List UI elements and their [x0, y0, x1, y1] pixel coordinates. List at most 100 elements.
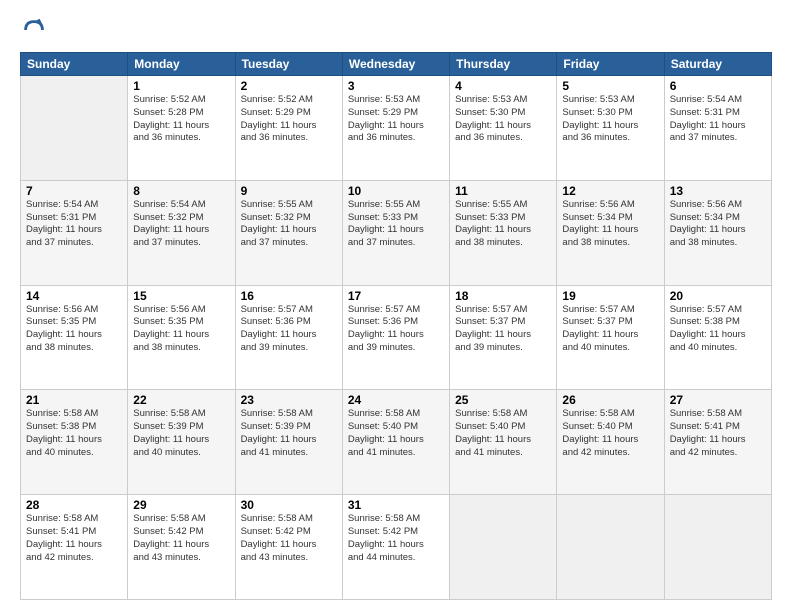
day-info: Sunrise: 5:58 AMSunset: 5:42 PMDaylight:… [348, 513, 444, 564]
calendar-cell: 17Sunrise: 5:57 AMSunset: 5:36 PMDayligh… [342, 285, 449, 390]
calendar-cell: 1Sunrise: 5:52 AMSunset: 5:28 PMDaylight… [128, 76, 235, 181]
calendar-cell: 8Sunrise: 5:54 AMSunset: 5:32 PMDaylight… [128, 180, 235, 285]
calendar-cell: 21Sunrise: 5:58 AMSunset: 5:38 PMDayligh… [21, 390, 128, 495]
week-row-5: 28Sunrise: 5:58 AMSunset: 5:41 PMDayligh… [21, 495, 772, 600]
day-number: 29 [133, 498, 229, 512]
calendar-cell: 11Sunrise: 5:55 AMSunset: 5:33 PMDayligh… [450, 180, 557, 285]
day-info: Sunrise: 5:58 AMSunset: 5:39 PMDaylight:… [133, 408, 229, 459]
day-info: Sunrise: 5:52 AMSunset: 5:28 PMDaylight:… [133, 94, 229, 145]
day-info: Sunrise: 5:58 AMSunset: 5:38 PMDaylight:… [26, 408, 122, 459]
header-day-friday: Friday [557, 53, 664, 76]
calendar-cell: 13Sunrise: 5:56 AMSunset: 5:34 PMDayligh… [664, 180, 771, 285]
day-number: 14 [26, 289, 122, 303]
day-info: Sunrise: 5:56 AMSunset: 5:35 PMDaylight:… [26, 304, 122, 355]
calendar-cell [664, 495, 771, 600]
day-info: Sunrise: 5:57 AMSunset: 5:36 PMDaylight:… [348, 304, 444, 355]
day-info: Sunrise: 5:54 AMSunset: 5:32 PMDaylight:… [133, 199, 229, 250]
header-day-sunday: Sunday [21, 53, 128, 76]
calendar-cell: 25Sunrise: 5:58 AMSunset: 5:40 PMDayligh… [450, 390, 557, 495]
day-number: 16 [241, 289, 337, 303]
day-number: 5 [562, 79, 658, 93]
calendar-cell: 31Sunrise: 5:58 AMSunset: 5:42 PMDayligh… [342, 495, 449, 600]
day-info: Sunrise: 5:58 AMSunset: 5:41 PMDaylight:… [670, 408, 766, 459]
day-number: 15 [133, 289, 229, 303]
day-info: Sunrise: 5:53 AMSunset: 5:30 PMDaylight:… [455, 94, 551, 145]
day-info: Sunrise: 5:58 AMSunset: 5:41 PMDaylight:… [26, 513, 122, 564]
day-number: 6 [670, 79, 766, 93]
day-info: Sunrise: 5:54 AMSunset: 5:31 PMDaylight:… [26, 199, 122, 250]
calendar-cell: 24Sunrise: 5:58 AMSunset: 5:40 PMDayligh… [342, 390, 449, 495]
week-row-2: 7Sunrise: 5:54 AMSunset: 5:31 PMDaylight… [21, 180, 772, 285]
calendar-cell [21, 76, 128, 181]
calendar-cell: 7Sunrise: 5:54 AMSunset: 5:31 PMDaylight… [21, 180, 128, 285]
calendar-cell: 10Sunrise: 5:55 AMSunset: 5:33 PMDayligh… [342, 180, 449, 285]
calendar-cell: 15Sunrise: 5:56 AMSunset: 5:35 PMDayligh… [128, 285, 235, 390]
calendar-cell: 26Sunrise: 5:58 AMSunset: 5:40 PMDayligh… [557, 390, 664, 495]
day-number: 9 [241, 184, 337, 198]
day-info: Sunrise: 5:55 AMSunset: 5:32 PMDaylight:… [241, 199, 337, 250]
day-number: 21 [26, 393, 122, 407]
calendar-cell: 9Sunrise: 5:55 AMSunset: 5:32 PMDaylight… [235, 180, 342, 285]
day-number: 18 [455, 289, 551, 303]
calendar-cell: 23Sunrise: 5:58 AMSunset: 5:39 PMDayligh… [235, 390, 342, 495]
day-info: Sunrise: 5:55 AMSunset: 5:33 PMDaylight:… [455, 199, 551, 250]
day-info: Sunrise: 5:57 AMSunset: 5:37 PMDaylight:… [562, 304, 658, 355]
day-info: Sunrise: 5:56 AMSunset: 5:34 PMDaylight:… [670, 199, 766, 250]
calendar-cell: 18Sunrise: 5:57 AMSunset: 5:37 PMDayligh… [450, 285, 557, 390]
header-day-saturday: Saturday [664, 53, 771, 76]
day-number: 1 [133, 79, 229, 93]
day-number: 7 [26, 184, 122, 198]
day-number: 11 [455, 184, 551, 198]
day-info: Sunrise: 5:58 AMSunset: 5:40 PMDaylight:… [562, 408, 658, 459]
calendar-cell: 22Sunrise: 5:58 AMSunset: 5:39 PMDayligh… [128, 390, 235, 495]
day-number: 26 [562, 393, 658, 407]
calendar-cell: 6Sunrise: 5:54 AMSunset: 5:31 PMDaylight… [664, 76, 771, 181]
day-number: 2 [241, 79, 337, 93]
day-number: 27 [670, 393, 766, 407]
calendar-cell: 28Sunrise: 5:58 AMSunset: 5:41 PMDayligh… [21, 495, 128, 600]
day-number: 4 [455, 79, 551, 93]
header-day-wednesday: Wednesday [342, 53, 449, 76]
day-number: 10 [348, 184, 444, 198]
day-info: Sunrise: 5:58 AMSunset: 5:42 PMDaylight:… [133, 513, 229, 564]
page: SundayMondayTuesdayWednesdayThursdayFrid… [0, 0, 792, 612]
day-info: Sunrise: 5:55 AMSunset: 5:33 PMDaylight:… [348, 199, 444, 250]
calendar-cell: 14Sunrise: 5:56 AMSunset: 5:35 PMDayligh… [21, 285, 128, 390]
day-info: Sunrise: 5:57 AMSunset: 5:36 PMDaylight:… [241, 304, 337, 355]
day-info: Sunrise: 5:58 AMSunset: 5:42 PMDaylight:… [241, 513, 337, 564]
calendar-cell: 20Sunrise: 5:57 AMSunset: 5:38 PMDayligh… [664, 285, 771, 390]
header [20, 16, 772, 44]
calendar-cell: 3Sunrise: 5:53 AMSunset: 5:29 PMDaylight… [342, 76, 449, 181]
day-number: 12 [562, 184, 658, 198]
day-info: Sunrise: 5:56 AMSunset: 5:35 PMDaylight:… [133, 304, 229, 355]
header-day-thursday: Thursday [450, 53, 557, 76]
day-number: 8 [133, 184, 229, 198]
header-day-tuesday: Tuesday [235, 53, 342, 76]
calendar-cell: 2Sunrise: 5:52 AMSunset: 5:29 PMDaylight… [235, 76, 342, 181]
day-info: Sunrise: 5:57 AMSunset: 5:37 PMDaylight:… [455, 304, 551, 355]
week-row-3: 14Sunrise: 5:56 AMSunset: 5:35 PMDayligh… [21, 285, 772, 390]
calendar-cell: 30Sunrise: 5:58 AMSunset: 5:42 PMDayligh… [235, 495, 342, 600]
day-info: Sunrise: 5:53 AMSunset: 5:29 PMDaylight:… [348, 94, 444, 145]
header-row: SundayMondayTuesdayWednesdayThursdayFrid… [21, 53, 772, 76]
day-number: 28 [26, 498, 122, 512]
day-info: Sunrise: 5:58 AMSunset: 5:40 PMDaylight:… [455, 408, 551, 459]
calendar-cell: 12Sunrise: 5:56 AMSunset: 5:34 PMDayligh… [557, 180, 664, 285]
calendar-cell: 19Sunrise: 5:57 AMSunset: 5:37 PMDayligh… [557, 285, 664, 390]
day-info: Sunrise: 5:57 AMSunset: 5:38 PMDaylight:… [670, 304, 766, 355]
day-info: Sunrise: 5:53 AMSunset: 5:30 PMDaylight:… [562, 94, 658, 145]
calendar-cell: 16Sunrise: 5:57 AMSunset: 5:36 PMDayligh… [235, 285, 342, 390]
day-number: 19 [562, 289, 658, 303]
calendar-cell: 27Sunrise: 5:58 AMSunset: 5:41 PMDayligh… [664, 390, 771, 495]
day-number: 20 [670, 289, 766, 303]
calendar-cell: 29Sunrise: 5:58 AMSunset: 5:42 PMDayligh… [128, 495, 235, 600]
day-number: 30 [241, 498, 337, 512]
calendar-cell: 5Sunrise: 5:53 AMSunset: 5:30 PMDaylight… [557, 76, 664, 181]
calendar-cell: 4Sunrise: 5:53 AMSunset: 5:30 PMDaylight… [450, 76, 557, 181]
day-info: Sunrise: 5:58 AMSunset: 5:40 PMDaylight:… [348, 408, 444, 459]
day-number: 13 [670, 184, 766, 198]
day-number: 17 [348, 289, 444, 303]
day-info: Sunrise: 5:52 AMSunset: 5:29 PMDaylight:… [241, 94, 337, 145]
calendar-cell [557, 495, 664, 600]
day-number: 31 [348, 498, 444, 512]
